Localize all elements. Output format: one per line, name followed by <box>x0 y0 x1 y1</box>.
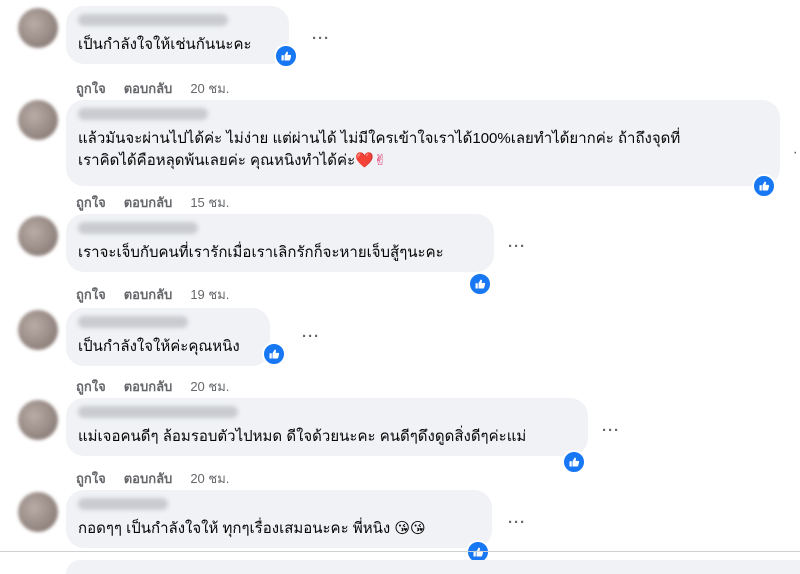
like-button[interactable]: ถูกใจ <box>76 284 106 305</box>
commenter-name[interactable] <box>78 14 228 26</box>
commenter-name[interactable] <box>78 498 168 510</box>
comment-text: เป็นกำลังใจให้เช่นกันนะคะ <box>78 36 252 53</box>
more-options-button[interactable]: ··· <box>508 514 526 531</box>
avatar[interactable] <box>18 400 58 440</box>
commenter-name[interactable] <box>78 222 198 234</box>
comment-text-line2-body: เราคิดได้คือหลุดพ้นเลยค่ะ คุณหนิงทำได้ค่… <box>78 152 356 169</box>
avatar[interactable] <box>18 100 58 140</box>
commenter-name[interactable] <box>78 108 208 120</box>
reply-button[interactable]: ตอบกลับ <box>124 78 173 99</box>
comment-actions: ถูกใจ ตอบกลับ 19 ชม. <box>76 284 229 305</box>
like-button[interactable]: ถูกใจ <box>76 376 106 397</box>
comment-actions: ถูกใจ ตอบกลับ 20 ชม. <box>76 78 229 99</box>
timestamp[interactable]: 19 ชม. <box>190 284 229 305</box>
comment-text: เป็นกำลังใจให้ค่ะคุณหนิง <box>78 338 240 355</box>
emoji-heart-victory: ❤️✌ <box>355 152 387 169</box>
timestamp[interactable]: 20 ชม. <box>190 376 229 397</box>
like-reaction-icon[interactable] <box>262 342 286 366</box>
more-options-button[interactable]: ··· <box>508 238 526 255</box>
reply-button[interactable]: ตอบกลับ <box>124 284 173 305</box>
comment-actions: ถูกใจ ตอบกลับ 15 ชม. <box>76 192 229 213</box>
timestamp[interactable]: 15 ชม. <box>190 192 229 213</box>
comment-text: กอดๆๆ เป็นกำลังใจให้ ทุกๆเรื่องเสมอนะคะ … <box>78 518 480 540</box>
comment-bubble: เป็นกำลังใจให้ค่ะคุณหนิง <box>66 308 270 366</box>
commenter-name[interactable] <box>78 406 238 418</box>
more-options-button[interactable]: ··· <box>302 328 320 345</box>
like-reaction-icon[interactable] <box>274 44 298 68</box>
comment-text: เราจะเจ็บกับคนที่เรารักเมื่อเราเลิกรักก็… <box>78 244 444 261</box>
more-options-button[interactable]: · <box>793 144 798 162</box>
emoji-kiss: 😘😘 <box>394 520 426 537</box>
avatar[interactable] <box>18 310 58 350</box>
comment-actions: ถูกใจ ตอบกลับ 20 ชม. <box>76 468 229 489</box>
comment-text-body: กอดๆๆ เป็นกำลังใจให้ ทุกๆเรื่องเสมอนะคะ … <box>78 520 391 537</box>
like-reaction-icon[interactable] <box>752 174 776 198</box>
like-reaction-icon[interactable] <box>468 272 492 296</box>
comment-text: แม่เจอคนดีๆ ล้อมรอบตัวไปหมด ดีใจด้วยนะคะ… <box>78 428 527 445</box>
comment-bubble: แม่เจอคนดีๆ ล้อมรอบตัวไปหมด ดีใจด้วยนะคะ… <box>66 398 588 456</box>
reply-button[interactable]: ตอบกลับ <box>124 376 173 397</box>
avatar[interactable] <box>18 492 58 532</box>
reply-button[interactable]: ตอบกลับ <box>124 468 173 489</box>
commenter-name[interactable] <box>78 316 188 328</box>
comment-text-line2: เราคิดได้คือหลุดพ้นเลยค่ะ คุณหนิงทำได้ค่… <box>78 150 768 172</box>
like-reaction-icon[interactable] <box>562 450 586 474</box>
comment-composer[interactable] <box>66 560 800 574</box>
comment-bubble: เป็นกำลังใจให้เช่นกันนะคะ <box>66 6 289 64</box>
comment-bubble: เราจะเจ็บกับคนที่เรารักเมื่อเราเลิกรักก็… <box>66 214 494 272</box>
comment-bubble: แล้วมันจะผ่านไปได้ค่ะ ไม่ง่าย แต่ผ่านได้… <box>66 100 780 186</box>
avatar[interactable] <box>18 8 58 48</box>
reply-button[interactable]: ตอบกลับ <box>124 192 173 213</box>
divider <box>0 551 800 552</box>
more-options-button[interactable]: ··· <box>602 422 620 439</box>
like-button[interactable]: ถูกใจ <box>76 192 106 213</box>
more-options-button[interactable]: ··· <box>312 30 330 47</box>
timestamp[interactable]: 20 ชม. <box>190 78 229 99</box>
like-button[interactable]: ถูกใจ <box>76 468 106 489</box>
like-button[interactable]: ถูกใจ <box>76 78 106 99</box>
comment-actions: ถูกใจ ตอบกลับ 20 ชม. <box>76 376 229 397</box>
timestamp[interactable]: 20 ชม. <box>190 468 229 489</box>
avatar[interactable] <box>18 216 58 256</box>
comment-text-line1: แล้วมันจะผ่านไปได้ค่ะ ไม่ง่าย แต่ผ่านได้… <box>78 130 681 147</box>
comment-bubble: กอดๆๆ เป็นกำลังใจให้ ทุกๆเรื่องเสมอนะคะ … <box>66 490 492 548</box>
